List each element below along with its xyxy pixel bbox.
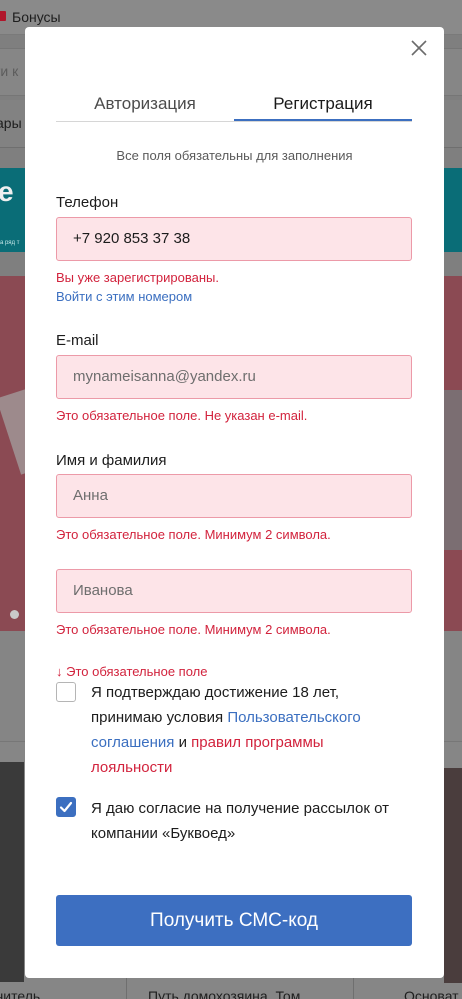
promo-banner-text: а ряд т [0, 240, 20, 246]
slider-dot [10, 610, 19, 619]
bonus-link: Бонусы [12, 9, 61, 25]
last-name-error: Это обязательное поле. Минимум 2 символа… [56, 622, 331, 637]
checkmark-icon [59, 801, 73, 813]
tab-login[interactable]: Авторизация [56, 94, 234, 114]
get-sms-code-button[interactable]: Получить СМС-код [56, 895, 412, 946]
registration-modal: Авторизация Регистрация Все поля обязате… [25, 27, 444, 978]
email-error: Это обязательное поле. Не указан e-mail. [56, 408, 308, 423]
auth-tabs: Авторизация Регистрация [56, 88, 412, 122]
email-input[interactable]: mynameisanna@yandex.ru [56, 355, 412, 399]
product-title: читель [0, 988, 41, 999]
first-name-error: Это обязательное поле. Минимум 2 символа… [56, 527, 331, 542]
name-label: Имя и фамилия [56, 452, 167, 469]
tab-register[interactable]: Регистрация [234, 94, 412, 114]
category-label: ары [0, 115, 22, 131]
search-placeholder: ти к [0, 63, 19, 79]
first-name-input[interactable]: Анна [56, 474, 412, 518]
phone-label: Телефон [56, 194, 119, 211]
product-title: Основат [404, 988, 459, 999]
bonus-icon [0, 11, 6, 21]
newsletter-consent-checkbox[interactable] [56, 797, 76, 817]
email-label: E-mail [56, 332, 99, 349]
close-button[interactable] [410, 39, 428, 57]
promo-banner-letter: e [0, 176, 14, 207]
close-icon [411, 40, 427, 56]
phone-error: Вы уже зарегистрированы. [56, 270, 219, 285]
last-name-input[interactable]: Иванова [56, 569, 412, 613]
active-tab-indicator [234, 119, 412, 121]
form-subtitle: Все поля обязательны для заполнения [116, 148, 353, 163]
age-consent-text-and: и [174, 734, 192, 751]
product-cover-right [444, 768, 462, 983]
newsletter-consent-text: Я даю согласие на получение рассылок от … [91, 800, 390, 842]
login-with-number-link[interactable]: Войти с этим номером [56, 289, 192, 304]
product-title: Путь домохозяина. Том [148, 988, 301, 999]
product-cover-left [0, 762, 24, 982]
consent-required-error: ↓ Это обязательное поле [56, 664, 208, 679]
age-consent-checkbox[interactable] [56, 682, 76, 702]
age-consent-text: Я подтверждаю достижение 18 лет, принима… [91, 680, 406, 780]
phone-input[interactable]: +7 920 853 37 38 [56, 217, 412, 261]
